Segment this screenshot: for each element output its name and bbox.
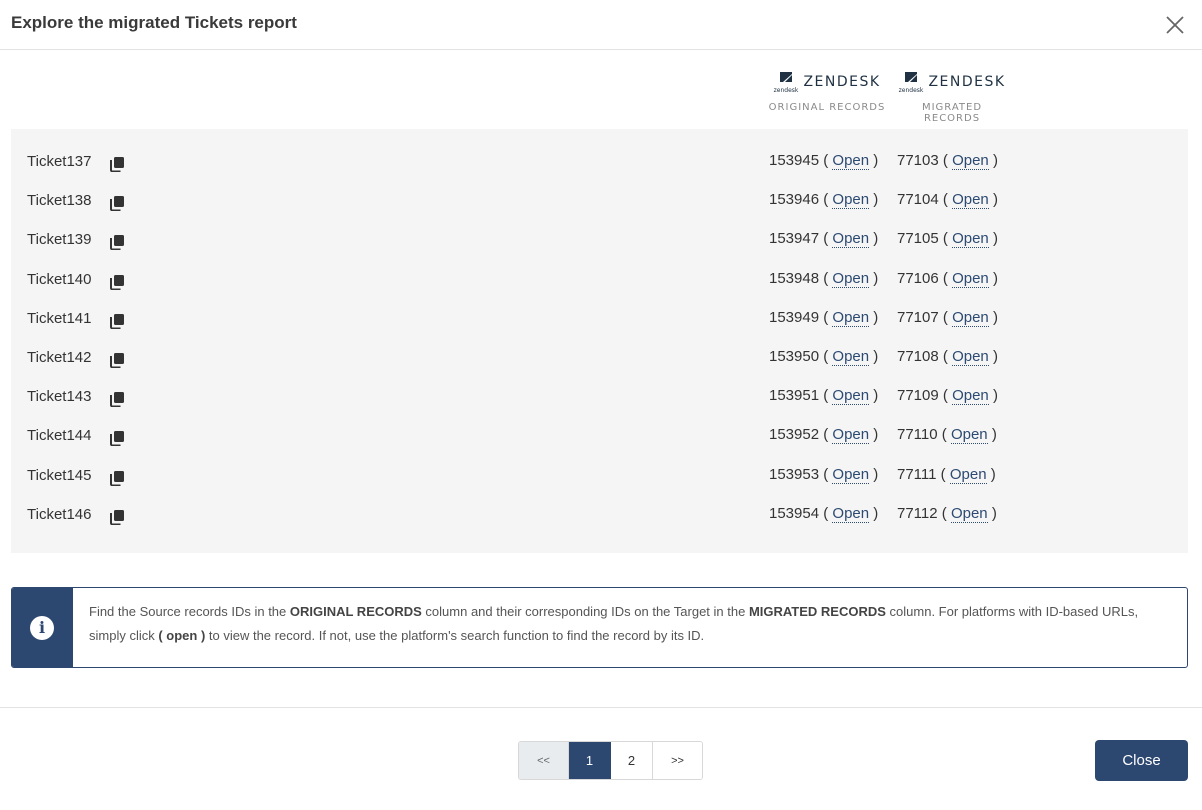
migrated-id: 77111 [897,465,937,483]
migrated-record-cell: 77106 ( Open ) [897,269,998,288]
original-record-cell: 153947 ( Open ) [769,230,879,249]
migrated-record-cell: 77110 ( Open ) [897,426,997,445]
table-row: Ticket138 153946 ( Open ) 77104 ( Open ) [11,168,1188,212]
original-id: 153953 [769,465,820,483]
migrated-id: 77107 [897,308,939,326]
migrated-record-cell: 77111 ( Open ) [897,465,996,484]
table-row: Ticket145 153953 ( Open ) 77111 ( Open ) [11,443,1188,487]
copy-icon[interactable] [109,509,125,526]
table-row: Ticket141 153949 ( Open ) 77107 ( Open ) [11,286,1188,330]
original-record-cell: 153951 ( Open ) [769,387,879,406]
table-row: Ticket137 153945 ( Open ) 77103 ( Open ) [11,129,1188,173]
table-row: Ticket146 153954 ( Open ) 77112 ( Open ) [11,482,1188,526]
migrated-id: 77103 [897,152,939,169]
zendesk-logo: zendesk ZENDESK [892,70,1012,94]
migrated-record-cell: 77107 ( Open ) [897,308,998,327]
zendesk-small-label: zendesk [899,87,924,94]
column-label: ORIGINAL RECORDS [768,102,886,113]
original-id: 153952 [769,426,820,444]
pagination-page-2[interactable]: 2 [611,742,653,779]
original-records-header: zendesk ZENDESK ORIGINAL RECORDS [767,70,887,113]
zendesk-small-label: zendesk [774,87,799,94]
table-row: Ticket143 153951 ( Open ) 77109 ( Open ) [11,364,1188,408]
pagination: << 1 2 >> [518,741,703,780]
migrated-id: 77108 [897,348,939,365]
original-id: 153945 [769,152,820,169]
migrated-record-cell: 77112 ( Open ) [897,504,997,523]
migrated-id: 77104 [897,191,939,209]
original-record-cell: 153946 ( Open ) [769,191,879,210]
pagination-page-1[interactable]: 1 [569,742,611,779]
migrated-open-link[interactable]: Open [950,504,988,523]
zendesk-logo-icon: zendesk [899,72,924,94]
original-record-cell: 153950 ( Open ) [769,348,879,366]
table-row: Ticket140 153948 ( Open ) 77106 ( Open ) [11,247,1188,291]
migrated-id: 77110 [897,426,938,444]
migrated-record-cell: 77109 ( Open ) [897,387,998,406]
original-record-cell: 153953 ( Open ) [769,465,879,484]
original-record-cell: 153952 ( Open ) [769,426,879,445]
modal-header: Explore the migrated Tickets report [0,0,1202,50]
original-id: 153948 [769,269,820,287]
original-record-cell: 153945 ( Open ) [769,152,879,170]
column-label: MIGRATED RECORDS [921,102,983,124]
footer-divider [0,707,1202,708]
table-row: Ticket144 153952 ( Open ) 77110 ( Open ) [11,403,1188,447]
original-id: 153950 [769,348,820,365]
info-text: Find the Source records IDs in the ORIGI… [89,604,1139,643]
records-table: Ticket137 153945 ( Open ) 77103 ( Open ) Ti… [11,129,1188,553]
zendesk-logo: zendesk ZENDESK [767,70,887,94]
original-id: 153946 [769,191,820,209]
migrated-id: 77105 [897,230,939,248]
brand-label: ZENDESK [803,74,881,90]
original-record-cell: 153948 ( Open ) [769,269,879,288]
original-record-cell: 153954 ( Open ) [769,504,879,523]
migrated-id: 77112 [897,504,938,522]
migrated-id: 77109 [897,387,939,405]
info-box: i Find the Source records IDs in the ORI… [11,587,1188,668]
original-record-cell: 153949 ( Open ) [769,308,879,327]
table-row: Ticket139 153947 ( Open ) 77105 ( Open ) [11,207,1188,251]
original-id: 153947 [769,230,820,248]
original-id: 153951 [769,387,820,405]
pagination-next-button[interactable]: >> [653,742,702,779]
info-bar: i [12,588,73,667]
migrated-id: 77106 [897,269,939,287]
migrated-records-header: zendesk ZENDESK MIGRATED RECORDS [892,70,1012,124]
migrated-record-cell: 77103 ( Open ) [897,152,998,170]
migrated-record-cell: 77108 ( Open ) [897,348,998,366]
original-id: 153954 [769,504,820,522]
zendesk-logo-icon: zendesk [774,72,799,94]
close-button[interactable]: Close [1095,740,1188,781]
migrated-record-cell: 77104 ( Open ) [897,191,998,210]
modal-title: Explore the migrated Tickets report [11,13,297,32]
migrated-record-cell: 77105 ( Open ) [897,230,998,249]
table-row: Ticket142 153950 ( Open ) 77108 ( Open ) [11,325,1188,369]
record-name: Ticket146 [27,505,92,523]
brand-label: ZENDESK [928,74,1006,90]
original-open-link[interactable]: Open [832,504,870,523]
original-id: 153949 [769,308,820,326]
info-icon: i [30,616,54,640]
pagination-prev-button[interactable]: << [519,742,569,779]
close-icon[interactable] [1164,14,1186,36]
